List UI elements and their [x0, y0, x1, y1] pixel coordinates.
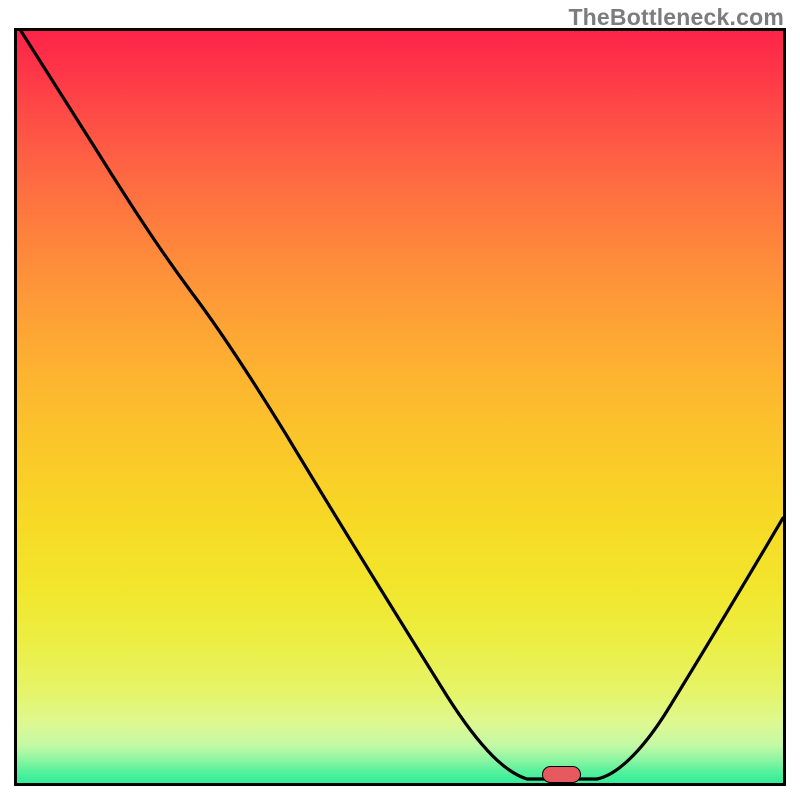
gradient-background	[17, 31, 783, 783]
chart-frame	[14, 28, 786, 786]
optimum-marker	[542, 766, 581, 783]
watermark-text: TheBottleneck.com	[568, 4, 784, 31]
